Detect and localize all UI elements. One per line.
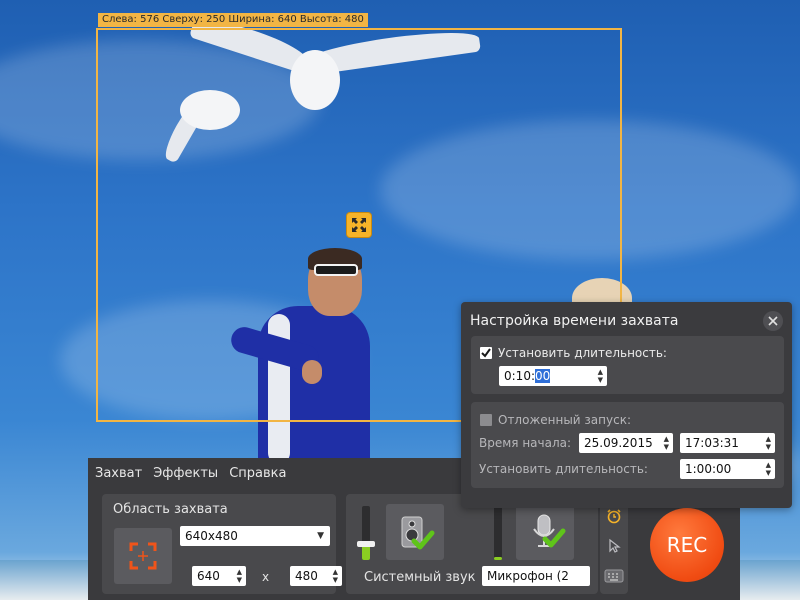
duration-value: 0:10: xyxy=(504,369,535,383)
select-area-button[interactable] xyxy=(114,528,172,584)
capture-area-info: Слева: 576 Сверху: 250 Ширина: 640 Высот… xyxy=(98,13,368,27)
delayed-duration-label: Установить длительность: xyxy=(479,462,648,476)
chevron-down-icon: ▼ xyxy=(317,531,324,541)
duration-section: Установить длительность: 0:10:00 ▲ ▼ xyxy=(471,336,784,394)
start-time-label: Время начала: xyxy=(479,436,572,450)
close-button[interactable] xyxy=(763,311,783,331)
spin-arrows-icon: ▲ ▼ xyxy=(332,568,338,584)
capture-width-value: 640 xyxy=(197,569,220,583)
start-time-value: 17:03:31 xyxy=(685,436,739,450)
checkmark-icon xyxy=(481,348,491,358)
move-arrows-icon xyxy=(352,218,366,232)
capture-size-select[interactable]: 640x480 ▼ xyxy=(180,526,330,546)
spin-arrows-icon: ▲ ▼ xyxy=(236,568,242,584)
sound-group: Системный звук Микрофон (2 xyxy=(346,494,598,594)
capture-width-spinbox[interactable]: 640 ▲ ▼ xyxy=(192,566,246,586)
delayed-start-section: Отложенный запуск: Время начала: 25.09.2… xyxy=(471,402,784,488)
keyboard-icon xyxy=(604,569,624,583)
delayed-duration-value: 1:00:00 xyxy=(685,462,732,476)
microphone-volume-fill xyxy=(494,557,502,560)
spin-arrows-icon: ▲ ▼ xyxy=(597,368,603,384)
set-duration-checkbox[interactable] xyxy=(480,347,492,359)
menu-item-capture[interactable]: Захват xyxy=(95,466,142,481)
crop-area-icon xyxy=(129,542,157,570)
delayed-start-checkbox[interactable] xyxy=(480,414,492,426)
microphone-check-icon xyxy=(533,514,566,548)
capture-area-group: Область захвата 640x480 ▼ 640 ▲ ▼ x 480 ▲… xyxy=(102,494,342,594)
cursor-effects-button[interactable] xyxy=(604,536,624,556)
tools-column xyxy=(600,498,628,594)
set-duration-label: Установить длительность: xyxy=(498,346,667,360)
system-volume-knob[interactable] xyxy=(357,541,375,547)
microphone-button[interactable] xyxy=(516,504,574,560)
microphone-volume-slider[interactable] xyxy=(494,506,502,560)
microphone-device-value: Микрофон (2 xyxy=(487,569,569,583)
capture-height-value: 480 xyxy=(295,569,318,583)
menu-bar: Захват Эффекты Справка xyxy=(88,458,297,488)
menu-item-effects[interactable]: Эффекты xyxy=(153,466,218,481)
close-icon xyxy=(768,316,778,326)
delayed-start-label: Отложенный запуск: xyxy=(498,413,631,427)
capture-time-dialog: Настройка времени захвата Установить дли… xyxy=(461,302,792,508)
system-sound-label: Системный звук xyxy=(364,570,476,585)
capture-height-spinbox[interactable]: 480 ▲ ▼ xyxy=(290,566,342,586)
schedule-button[interactable] xyxy=(604,506,624,526)
dialog-title: Настройка времени захвата xyxy=(470,313,679,329)
capture-size-value: 640x480 xyxy=(185,529,238,543)
keyboard-button[interactable] xyxy=(604,566,624,586)
start-date-value: 25.09.2015 xyxy=(584,436,653,450)
system-sound-button[interactable] xyxy=(386,504,444,560)
record-button[interactable]: REC xyxy=(650,508,724,582)
microphone-select[interactable]: Микрофон (2 xyxy=(482,566,590,586)
alarm-clock-icon xyxy=(607,509,621,524)
capture-area-title: Область захвата xyxy=(113,502,228,517)
duration-input[interactable]: 0:10:00 ▲ ▼ xyxy=(499,366,607,386)
move-handle[interactable] xyxy=(346,212,372,238)
start-date-input[interactable]: 25.09.2015 ▲ ▼ xyxy=(579,433,673,453)
start-time-input[interactable]: 17:03:31 ▲ ▼ xyxy=(680,433,775,453)
menu-item-help[interactable]: Справка xyxy=(229,466,286,481)
cursor-arrow-icon xyxy=(609,538,621,553)
delayed-duration-input[interactable]: 1:00:00 ▲ ▼ xyxy=(680,459,775,479)
speaker-check-icon xyxy=(401,516,435,550)
duration-selected-part: 00 xyxy=(535,369,551,383)
spin-arrows-icon: ▲ ▼ xyxy=(765,435,771,451)
spin-arrows-icon: ▲ ▼ xyxy=(765,461,771,477)
system-volume-slider[interactable] xyxy=(357,506,375,560)
spin-arrows-icon: ▲ ▼ xyxy=(663,435,669,451)
size-separator: x xyxy=(262,570,270,584)
